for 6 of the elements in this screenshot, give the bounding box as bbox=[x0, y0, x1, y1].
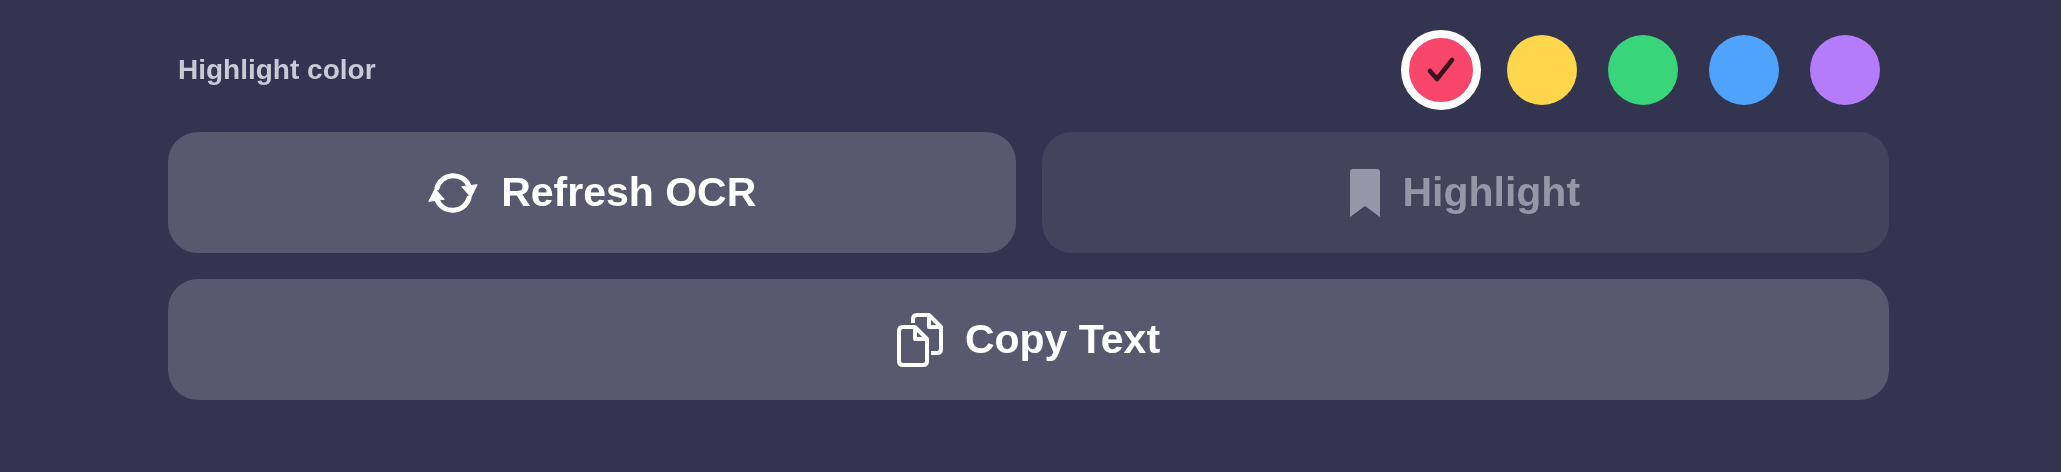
action-button[interactable]: Copy Text bbox=[168, 279, 1889, 400]
copy-icon bbox=[896, 312, 943, 367]
checkmark-icon bbox=[1427, 57, 1455, 83]
section-label: Highlight color bbox=[178, 54, 376, 86]
action-button[interactable]: Refresh OCR bbox=[168, 132, 1016, 253]
bookmark-icon bbox=[1350, 168, 1381, 217]
